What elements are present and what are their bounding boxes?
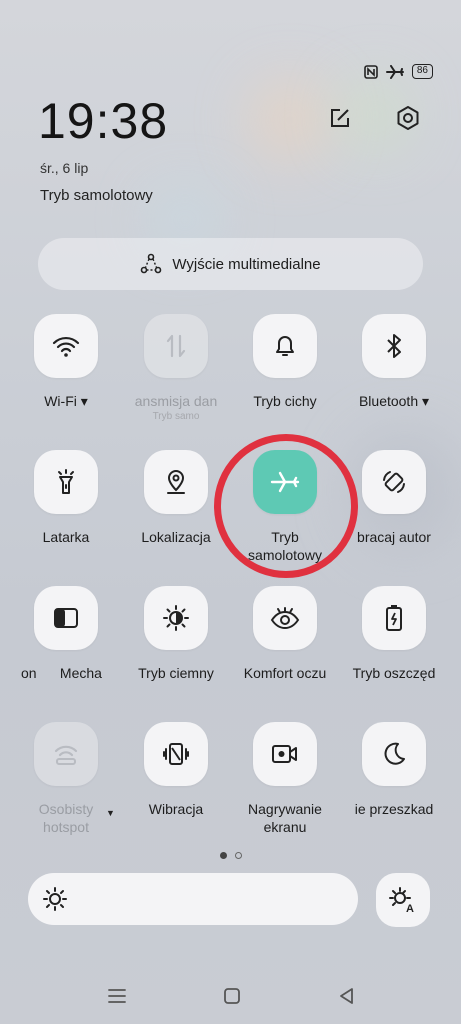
hotspot-icon[interactable] (34, 722, 98, 786)
tile-flashlight[interactable]: Latarka (11, 450, 121, 546)
tile-label: Tryb ciemny (138, 665, 214, 681)
media-output-icon (140, 253, 162, 275)
media-output-label: Wyjście multimedialne (172, 255, 321, 273)
menu-icon[interactable] (103, 982, 131, 1010)
background-blur (250, 80, 330, 160)
vibration-icon[interactable] (144, 722, 208, 786)
tile-label: Lokalizacja (141, 529, 211, 545)
tile-label: Tryb samolotowy (230, 528, 340, 564)
moon-icon[interactable] (362, 722, 426, 786)
tile-label-line2: hotspot (43, 819, 89, 835)
wifi-icon[interactable] (34, 314, 98, 378)
tile-label: on Mecha (21, 665, 102, 681)
svg-text:A: A (406, 903, 414, 914)
tile-label-line2: ekranu (263, 819, 307, 835)
tile-do-not-disturb[interactable]: ie przeszkad (339, 722, 449, 818)
tile-vibration[interactable]: Wibracja (121, 722, 231, 818)
tile-label-line1: Nagrywanie (248, 801, 322, 817)
tile-label: Latarka (42, 529, 90, 545)
tile-mobile-data[interactable]: ansmisja dan Tryb samo (121, 314, 231, 422)
sun-icon (42, 886, 68, 912)
dark-mode-icon[interactable] (144, 586, 208, 650)
battery-indicator: 86 (411, 64, 433, 79)
mobile-data-icon[interactable] (144, 314, 208, 378)
tile-hotspot[interactable]: Osobisty hotspot (11, 722, 121, 836)
tile-label-line2: samolotowy (248, 547, 322, 563)
tile-label: Tryb oszczęd (352, 665, 436, 681)
auto-rotate-icon[interactable] (362, 450, 426, 514)
back-icon[interactable] (333, 982, 361, 1010)
tile-eye-comfort[interactable]: Komfort oczu (230, 586, 340, 682)
bell-icon[interactable] (253, 314, 317, 378)
status-mode-text: Tryb samolotowy (40, 187, 153, 204)
tile-battery-saver[interactable]: Tryb oszczęd (339, 586, 449, 682)
status-bar: 86 (364, 64, 433, 79)
tile-label: Wi-Fi ▾ (44, 393, 88, 409)
tile-airplane-mode[interactable]: Tryb samolotowy (230, 450, 340, 564)
tile-label-line1: Tryb (271, 529, 299, 545)
tile-bluetooth[interactable]: Bluetooth ▾ (339, 314, 449, 410)
date: śr., 6 lip (40, 160, 89, 176)
bluetooth-icon[interactable] (362, 314, 426, 378)
tile-label: bracaj autor (357, 529, 431, 545)
tile-label: Nagrywanie ekranu (230, 800, 340, 836)
clock: 19:38 (38, 93, 169, 149)
tile-label: Wibracja (148, 801, 204, 817)
tile-label: ie przeszkad (354, 801, 434, 817)
battery-saver-icon[interactable] (362, 586, 426, 650)
tile-auto-rotate[interactable]: bracaj autor (339, 450, 449, 546)
auto-brightness-button[interactable]: A (376, 873, 430, 927)
tile-label: Tryb cichy (253, 393, 317, 409)
screen-record-icon[interactable] (253, 722, 317, 786)
gear-icon[interactable] (394, 104, 422, 132)
tile-sublabel: Tryb samo (152, 411, 200, 422)
tile-label: Komfort oczu (243, 665, 327, 681)
page-dot (234, 852, 242, 859)
tile-label: Bluetooth ▾ (358, 393, 430, 409)
brightness-slider[interactable] (28, 873, 358, 925)
tile-split-screen[interactable]: on Mecha (11, 586, 121, 682)
auto-brightness-icon: A (388, 886, 418, 914)
hotspot-dropdown-icon[interactable]: ▼ (106, 808, 115, 818)
tile-label: ansmisja dan (134, 393, 218, 409)
media-output-button[interactable]: Wyjście multimedialne (38, 238, 423, 290)
airplane-icon (385, 64, 404, 79)
page-indicator (0, 852, 461, 859)
tile-screen-record[interactable]: Nagrywanie ekranu (230, 722, 340, 836)
tile-location[interactable]: Lokalizacja (121, 450, 231, 546)
tile-wifi[interactable]: Wi-Fi ▾ (11, 314, 121, 410)
tile-silent-mode[interactable]: Tryb cichy (230, 314, 340, 410)
tile-label: Osobisty hotspot (11, 800, 121, 836)
eye-icon[interactable] (253, 586, 317, 650)
airplane-icon[interactable] (253, 450, 317, 514)
nfc-icon (364, 64, 378, 79)
flashlight-icon[interactable] (34, 450, 98, 514)
location-icon[interactable] (144, 450, 208, 514)
tile-dark-mode[interactable]: Tryb ciemny (121, 586, 231, 682)
tile-label-line1: Osobisty (38, 801, 94, 817)
home-icon[interactable] (218, 982, 246, 1010)
page-dot-active (219, 852, 227, 859)
split-screen-icon[interactable] (34, 586, 98, 650)
edit-icon[interactable] (326, 104, 354, 132)
